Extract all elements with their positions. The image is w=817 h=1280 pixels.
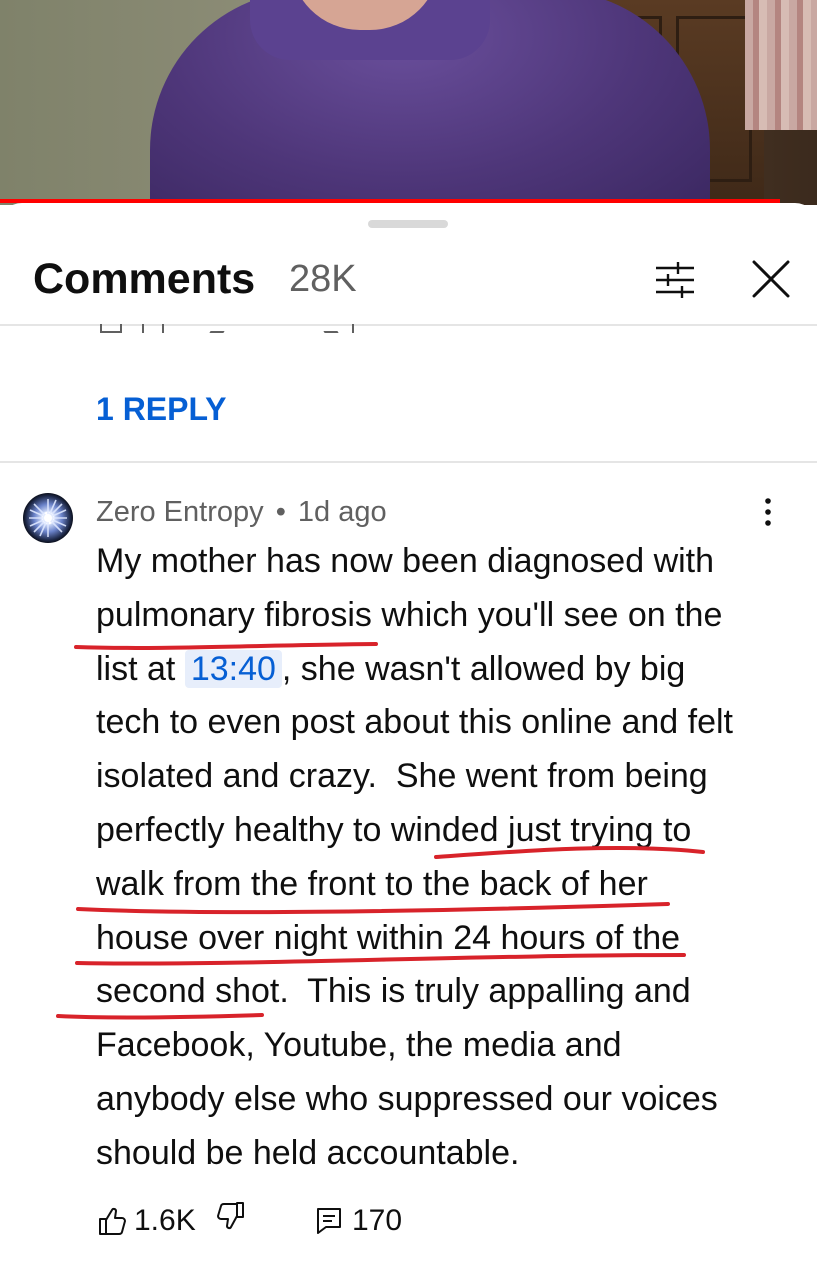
comment-line: My mother has now been diagnosed with (96, 542, 715, 580)
reply-button[interactable]: 170 (316, 1198, 402, 1244)
thumb-down-icon (217, 1202, 244, 1230)
comment-line: Facebook, Youtube, the media and (96, 1026, 622, 1065)
comment-line: house over night within 24 hours of the (96, 918, 681, 957)
comment-line: tech to even post about this online and … (96, 703, 734, 742)
comment-line: walk from the front to the back of her (96, 864, 648, 903)
meta-separator: • (275, 496, 286, 528)
comments-count: 28K (289, 258, 357, 300)
comment-line: isolated and crazy. She went from being (96, 757, 708, 796)
like-button[interactable]: 1.6K (98, 1198, 196, 1244)
reply-icon (317, 1208, 341, 1234)
comments-header: Comments 28K (0, 233, 817, 325)
filter-icon (656, 262, 694, 298)
comment-line-rest: , she wasn't allowed by big (281, 649, 686, 688)
previous-comment-actions (100, 324, 380, 334)
timestamp-link[interactable]: 13:40 (184, 649, 282, 688)
close-icon (752, 260, 790, 298)
comment-more-button[interactable] (752, 495, 784, 529)
comment-line-start: list at (96, 649, 185, 688)
comment-line: should be held accountable. (96, 1133, 520, 1172)
reply-icon (319, 324, 339, 333)
close-button[interactable] (745, 253, 797, 305)
comments-title: Comments (33, 255, 256, 303)
like-count: 1.6K (134, 1204, 196, 1237)
filter-button[interactable] (650, 255, 700, 305)
view-replies-button[interactable]: 1 REPLY (96, 391, 226, 428)
more-vertical-icon (765, 498, 771, 526)
dislike-button[interactable] (216, 1201, 246, 1237)
comment-meta: Zero Entropy • 1d ago (96, 496, 387, 529)
comment-time: 1d ago (297, 496, 387, 528)
thumb-up-icon (100, 324, 122, 333)
thumb-down-icon (209, 324, 229, 333)
drag-handle[interactable] (368, 220, 448, 228)
avatar-flower-icon (29, 499, 67, 537)
reply-count: 170 (352, 1204, 403, 1237)
comment-line: anybody else who suppressed our voices (96, 1079, 718, 1118)
reply-count-fragment (352, 324, 354, 333)
comment-body: My mother has now been diagnosed with pu… (96, 535, 796, 1181)
comment-line: list at 13:40, she wasn't allowed by big (96, 643, 796, 697)
like-count-fragment (142, 324, 144, 333)
video-player[interactable] (0, 0, 817, 205)
author-name[interactable]: Zero Entropy (96, 496, 264, 528)
like-count-fragment (162, 324, 164, 333)
comment-divider (0, 461, 817, 463)
comment-actions: 1.6K 170 (0, 1198, 817, 1248)
comment-line: second shot. This is truly appalling and (96, 972, 691, 1011)
avatar[interactable] (23, 493, 73, 543)
comment-line: pulmonary fibrosis which you'll see on t… (96, 595, 723, 634)
video-curtain (745, 0, 817, 130)
comments-sheet: Comments 28K 1 REPLY Zero Entropy • 1d a… (0, 203, 817, 1280)
comment-line: perfectly healthy to winded just trying … (96, 810, 692, 849)
thumb-up-icon (99, 1207, 126, 1235)
